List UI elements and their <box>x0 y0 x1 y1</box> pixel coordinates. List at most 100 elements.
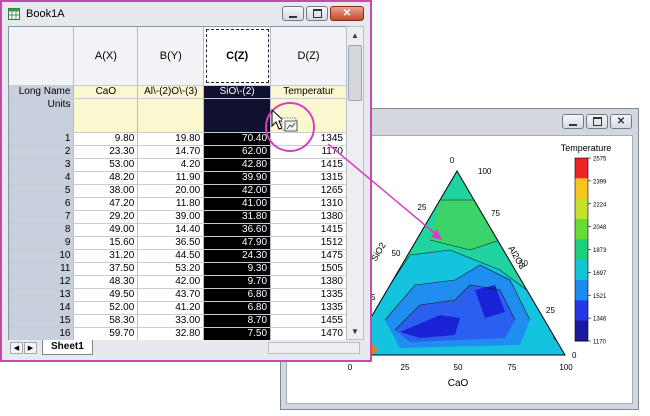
cell-c[interactable]: 42.80 <box>203 158 272 172</box>
cell-b[interactable]: 41.20 <box>137 301 205 315</box>
cell-a[interactable]: 48.30 <box>73 275 139 289</box>
column-header-c[interactable]: C(Z) <box>203 27 272 86</box>
cell-a[interactable]: 48.20 <box>73 171 139 185</box>
cell-a[interactable]: 53.00 <box>73 158 139 172</box>
units-cell[interactable] <box>73 98 139 133</box>
workbook-window[interactable]: Book1A ✕ A(X) B(Y) C(Z) D(Z) Long Name C… <box>0 0 372 362</box>
vertical-scroll-thumb[interactable] <box>348 45 362 101</box>
cell-a[interactable]: 9.80 <box>73 132 139 146</box>
corner-cell[interactable] <box>9 27 75 86</box>
row-header[interactable]: 1 <box>9 132 75 146</box>
row-header[interactable]: 8 <box>9 223 75 237</box>
row-header[interactable]: 13 <box>9 288 75 302</box>
cell-b[interactable]: 11.80 <box>137 197 205 211</box>
cell-c[interactable]: 9.30 <box>203 262 272 276</box>
cell-d[interactable]: 1415 <box>270 158 347 172</box>
cell-c[interactable]: 42.00 <box>203 184 272 198</box>
cell-a[interactable]: 49.00 <box>73 223 139 237</box>
cell-c[interactable]: 9.70 <box>203 275 272 289</box>
units-cell[interactable] <box>137 98 205 133</box>
column-header-b[interactable]: B(Y) <box>137 27 205 86</box>
cell-d[interactable]: 1310 <box>270 197 347 211</box>
cell-a[interactable]: 49.50 <box>73 288 139 302</box>
row-header[interactable]: 11 <box>9 262 75 276</box>
cell-b[interactable]: 14.70 <box>137 145 205 159</box>
cell-b[interactable]: 33.00 <box>137 314 205 328</box>
row-header[interactable]: 16 <box>9 327 75 341</box>
table-row[interactable]: 6 47.20 11.80 41.00 1310 <box>9 197 347 211</box>
cell-a[interactable]: 37.50 <box>73 262 139 276</box>
cell-d[interactable]: 1380 <box>270 275 347 289</box>
units-cell[interactable] <box>203 98 272 133</box>
next-sheet-icon[interactable]: ▶ <box>24 342 37 354</box>
cell-b[interactable]: 19.80 <box>137 132 205 146</box>
cell-d[interactable]: 1380 <box>270 210 347 224</box>
cell-d[interactable]: 1470 <box>270 327 347 341</box>
table-row[interactable]: 13 49.50 43.70 6.80 1335 <box>9 288 347 302</box>
vertical-scrollbar[interactable]: ▲ ▼ <box>346 26 364 340</box>
cell-a[interactable]: 23.30 <box>73 145 139 159</box>
workbook-maximize-button[interactable] <box>306 6 328 21</box>
cell-b[interactable]: 11.90 <box>137 171 205 185</box>
cell-c[interactable]: 8.70 <box>203 314 272 328</box>
cell-b[interactable]: 20.00 <box>137 184 205 198</box>
cell-b[interactable]: 42.00 <box>137 275 205 289</box>
row-header[interactable]: 4 <box>9 171 75 185</box>
workbook-close-button[interactable]: ✕ <box>330 6 364 21</box>
cell-c[interactable]: 41.00 <box>203 197 272 211</box>
table-row[interactable]: 16 59.70 32.80 7.50 1470 <box>9 327 347 341</box>
cell-a[interactable]: 58.30 <box>73 314 139 328</box>
cell-d[interactable]: 1265 <box>270 184 347 198</box>
row-header[interactable]: 7 <box>9 210 75 224</box>
cell-a[interactable]: 47.20 <box>73 197 139 211</box>
cell-b[interactable]: 32.80 <box>137 327 205 341</box>
table-row[interactable]: 7 29.20 39.00 31.80 1380 <box>9 210 347 224</box>
cell-b[interactable]: 14.40 <box>137 223 205 237</box>
cell-d[interactable]: 1335 <box>270 288 347 302</box>
cell-d[interactable]: 1505 <box>270 262 347 276</box>
worksheet-table[interactable]: A(X) B(Y) C(Z) D(Z) Long Name CaO Al\-(2… <box>9 27 347 341</box>
cell-a[interactable]: 31.20 <box>73 249 139 263</box>
column-header-a[interactable]: A(X) <box>73 27 139 86</box>
cell-d[interactable]: 1170 <box>270 145 347 159</box>
row-header[interactable]: 12 <box>9 275 75 289</box>
worksheet-grid[interactable]: A(X) B(Y) C(Z) D(Z) Long Name CaO Al\-(2… <box>8 26 348 342</box>
cell-c[interactable]: 70.40 <box>203 132 272 146</box>
row-header[interactable]: 15 <box>9 314 75 328</box>
cell-d[interactable]: 1415 <box>270 223 347 237</box>
row-header[interactable]: 9 <box>9 236 75 250</box>
cell-d[interactable]: 1345 <box>270 132 347 146</box>
scroll-down-icon[interactable]: ▼ <box>347 323 363 339</box>
cell-d[interactable]: 1335 <box>270 301 347 315</box>
cell-b[interactable]: 39.00 <box>137 210 205 224</box>
row-header[interactable]: 5 <box>9 184 75 198</box>
cell-c[interactable]: 62.00 <box>203 145 272 159</box>
table-row[interactable]: 1 9.80 19.80 70.40 1345 <box>9 132 347 146</box>
cell-b[interactable]: 44.50 <box>137 249 205 263</box>
table-row[interactable]: 14 52.00 41.20 6.80 1335 <box>9 301 347 315</box>
cell-b[interactable]: 36.50 <box>137 236 205 250</box>
cell-c[interactable]: 6.80 <box>203 301 272 315</box>
row-header[interactable]: 10 <box>9 249 75 263</box>
cell-d[interactable]: 1512 <box>270 236 347 250</box>
cell-a[interactable]: 59.70 <box>73 327 139 341</box>
cell-c[interactable]: 47.90 <box>203 236 272 250</box>
cell-b[interactable]: 43.70 <box>137 288 205 302</box>
cell-a[interactable]: 38.00 <box>73 184 139 198</box>
cell-c[interactable]: 39.90 <box>203 171 272 185</box>
cell-c[interactable]: 6.80 <box>203 288 272 302</box>
cell-c[interactable]: 7.50 <box>203 327 272 341</box>
row-header[interactable]: 6 <box>9 197 75 211</box>
table-row[interactable]: 10 31.20 44.50 24.30 1475 <box>9 249 347 263</box>
cell-d[interactable]: 1315 <box>270 171 347 185</box>
table-row[interactable]: 4 48.20 11.90 39.90 1315 <box>9 171 347 185</box>
table-row[interactable]: 3 53.00 4.20 42.80 1415 <box>9 158 347 172</box>
horizontal-scrollbar[interactable] <box>268 342 360 354</box>
row-header[interactable]: 3 <box>9 158 75 172</box>
table-row[interactable]: 9 15.60 36.50 47.90 1512 <box>9 236 347 250</box>
row-header[interactable]: 14 <box>9 301 75 315</box>
cell-b[interactable]: 53.20 <box>137 262 205 276</box>
cell-c[interactable]: 24.30 <box>203 249 272 263</box>
long-name-cell[interactable]: CaO <box>73 85 139 99</box>
table-row[interactable]: 15 58.30 33.00 8.70 1455 <box>9 314 347 328</box>
